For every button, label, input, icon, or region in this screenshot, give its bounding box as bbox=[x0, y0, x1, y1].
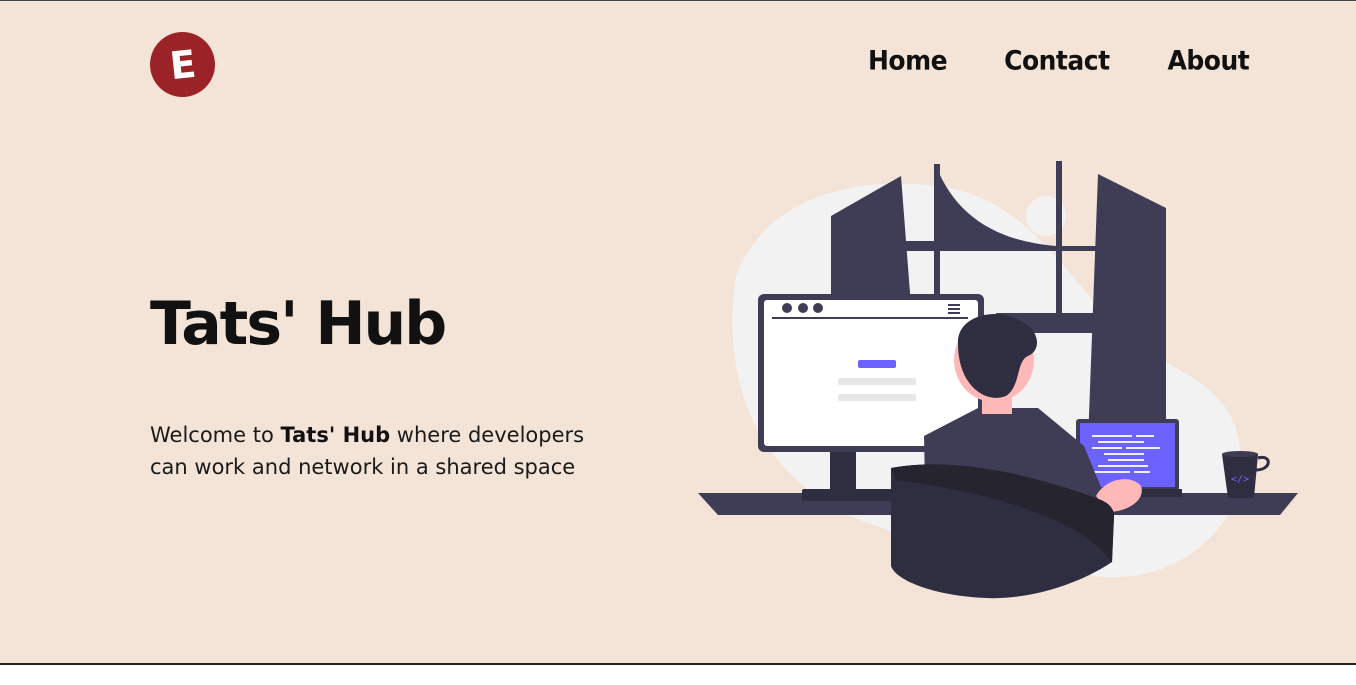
brand-logo[interactable]: E bbox=[150, 32, 215, 97]
hero-description: Welcome to Tats' Hub where developers ca… bbox=[150, 419, 620, 483]
hero-title: Tats' Hub bbox=[150, 289, 447, 359]
browser-menu-icon-line3 bbox=[948, 312, 960, 314]
monitor-screen bbox=[764, 300, 978, 446]
monitor-base bbox=[802, 489, 892, 501]
window-frame-right bbox=[1056, 161, 1062, 321]
screen-text-line-1 bbox=[838, 378, 916, 385]
main-nav: Home Contact About bbox=[868, 45, 1250, 76]
hero-text-brand: Tats' Hub bbox=[280, 423, 391, 447]
nav-home-link[interactable]: Home bbox=[868, 45, 948, 76]
logo-letter: E bbox=[167, 41, 198, 88]
browser-menu-icon-line2 bbox=[948, 308, 960, 310]
screen-button-shape bbox=[858, 360, 896, 368]
developer-workspace-illustration: </> bbox=[698, 161, 1298, 599]
mug-rim bbox=[1222, 451, 1258, 457]
browser-dot-1-icon bbox=[782, 303, 792, 313]
mug-handle bbox=[1255, 455, 1270, 472]
mug-code-icon: </> bbox=[1231, 474, 1249, 485]
monitor-stand bbox=[830, 446, 856, 491]
browser-dot-3-icon bbox=[813, 303, 823, 313]
hero-text-before: Welcome to bbox=[150, 423, 281, 447]
browser-toolbar-divider bbox=[772, 317, 968, 319]
landing-page: E Home Contact About Tats' Hub Welcome t… bbox=[0, 0, 1356, 665]
screen-text-line-2 bbox=[838, 394, 916, 401]
nav-contact-link[interactable]: Contact bbox=[1004, 45, 1110, 76]
nav-about-link[interactable]: About bbox=[1168, 45, 1250, 76]
browser-menu-icon-line1 bbox=[948, 304, 960, 306]
browser-dot-2-icon bbox=[798, 303, 808, 313]
